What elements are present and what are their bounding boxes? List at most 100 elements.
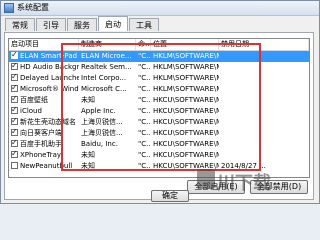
startup-list[interactable]: 启动项目 制造商 命.. 位置 禁用日期 ELAN Smart-PadELAN … <box>8 38 310 178</box>
location-cell: HKCU\SOFTWARE\M... <box>153 140 219 148</box>
startup-item-cell: NewPeanutbull <box>9 161 79 172</box>
watermark-logo-icon <box>197 169 215 189</box>
command-cell: "C... <box>138 96 151 104</box>
startup-item-cell: HD Audio Backgro... <box>9 62 79 73</box>
command-cell: "C... <box>138 107 151 115</box>
enable-checkbox[interactable] <box>11 162 18 169</box>
disabled-date-cell <box>219 62 309 73</box>
table-row[interactable]: XPhoneTray 未知 "C...HKCU\SOFTWARE\M... <box>9 150 309 161</box>
ok-button[interactable]: 确定 <box>151 190 189 202</box>
startup-item-cell: XPhoneTray <box>9 150 79 161</box>
table-row[interactable]: HD Audio Backgro...Realtek Sem... "C...HK… <box>9 62 309 73</box>
manufacturer-cell: 上海贝锐信... <box>81 129 123 137</box>
startup-item-name: HD Audio Backgro... <box>20 63 79 71</box>
location-cell: HKCU\SOFTWARE\M... <box>153 118 219 126</box>
manufacturer-cell: 未知 <box>81 151 95 159</box>
disabled-date-cell <box>219 95 309 106</box>
disabled-date-cell <box>219 139 309 150</box>
location-cell: HKLM\SOFTWARE\M... <box>153 74 219 82</box>
command-cell: "C... <box>138 140 151 148</box>
startup-item-cell: 新花生壳动态域名 <box>9 117 79 128</box>
enable-checkbox[interactable] <box>11 84 18 93</box>
startup-item-cell: Microsoft® Windo... <box>9 84 79 95</box>
tab-startup[interactable]: 启动 <box>98 16 128 31</box>
startup-item-name: 新花生壳动态域名 <box>20 118 76 126</box>
disabled-date-cell <box>219 84 309 95</box>
manufacturer-cell: Intel Corpo... <box>81 74 127 82</box>
location-cell: HKLM\SOFTWARE\M... <box>153 63 219 71</box>
column-manufacturer[interactable]: 制造商 <box>79 39 136 50</box>
manufacturer-cell: 未知 <box>81 96 95 104</box>
startup-item-name: 百度壁纸 <box>20 96 48 104</box>
table-row[interactable]: Microsoft® Windo...Microsoft C... "C...HK… <box>9 84 309 95</box>
disabled-date-cell <box>219 128 309 139</box>
manufacturer-cell: ELAN Microe... <box>81 52 132 60</box>
manufacturer-cell: Microsoft C... <box>81 85 127 93</box>
watermark-text: 川下载 <box>217 173 271 194</box>
disabled-date-cell <box>219 51 309 62</box>
startup-item-cell: iCloud <box>9 106 79 117</box>
enable-checkbox[interactable] <box>11 139 18 148</box>
command-cell: "C... <box>138 118 151 126</box>
enable-checkbox[interactable] <box>11 62 18 71</box>
list-rows: ELAN Smart-PadELAN Microe..."C...HKLM\SO… <box>9 51 309 172</box>
manufacturer-cell: 未知 <box>81 162 95 170</box>
enable-checkbox[interactable] <box>11 128 18 137</box>
startup-item-name: Microsoft® Windo... <box>20 85 79 93</box>
startup-item-name: XPhoneTray <box>20 151 62 159</box>
command-cell: "C... <box>138 129 151 137</box>
startup-item-name: 向日葵客户端 <box>20 129 62 137</box>
system-config-icon <box>4 3 14 13</box>
tab-tools[interactable]: 工具 <box>129 18 159 31</box>
tab-boot[interactable]: 引导 <box>36 18 66 31</box>
location-cell: HKCU\SOFTWARE\M... <box>153 129 219 137</box>
manufacturer-cell: Realtek Sem... <box>81 63 132 71</box>
table-row[interactable]: 新花生壳动态域名上海贝锐信... "C...HKCU\SOFTWARE\M... <box>9 117 309 128</box>
table-row[interactable]: 百度手机助手 Baidu, Inc. "C...HKCU\SOFTWARE\M... <box>9 139 309 150</box>
startup-item-cell: 百度壁纸 <box>9 95 79 106</box>
system-config-window: 系统配置 常规 引导 服务 启动 工具 启动项目 制造商 命.. 位置 禁用日期… <box>0 0 320 204</box>
location-cell: HKCU\SOFTWARE\M... <box>153 96 219 104</box>
startup-item-cell: Delayed Launcher <box>9 73 79 84</box>
list-header: 启动项目 制造商 命.. 位置 禁用日期 <box>9 39 309 51</box>
location-cell: HKCU\SOFTWARE\M... <box>153 107 219 115</box>
command-cell: "C... <box>138 63 151 71</box>
command-cell: "C... <box>138 74 151 82</box>
enable-checkbox[interactable] <box>11 95 18 104</box>
location-cell: HKLM\SOFTWARE\M... <box>153 85 219 93</box>
tab-services[interactable]: 服务 <box>67 18 97 31</box>
disabled-date-cell <box>219 150 309 161</box>
column-disabled-date[interactable]: 禁用日期 <box>219 39 309 50</box>
disabled-date-cell <box>219 106 309 117</box>
tab-general[interactable]: 常规 <box>5 18 35 31</box>
enable-checkbox[interactable] <box>11 150 18 159</box>
startup-item-cell: 向日葵客户端 <box>9 128 79 139</box>
table-row[interactable]: 百度壁纸 未知 "C...HKCU\SOFTWARE\M... <box>9 95 309 106</box>
manufacturer-cell: Baidu, Inc. <box>81 140 118 148</box>
enable-checkbox[interactable] <box>11 51 18 60</box>
manufacturer-cell: 上海贝锐信... <box>81 118 123 126</box>
startup-item-name: 百度手机助手 <box>20 140 62 148</box>
enable-checkbox[interactable] <box>11 73 18 82</box>
enable-checkbox[interactable] <box>11 106 18 115</box>
location-cell: HKCU\SOFTWARE\M... <box>153 151 219 159</box>
startup-item-name: iCloud <box>20 107 42 115</box>
startup-item-name: ELAN Smart-Pad <box>20 52 78 60</box>
enable-checkbox[interactable] <box>11 117 18 126</box>
column-startup-item[interactable]: 启动项目 <box>9 39 79 50</box>
command-cell: "C... <box>138 52 151 60</box>
table-row[interactable]: Delayed LauncherIntel Corpo... "C...HKLM\… <box>9 73 309 84</box>
disabled-date-cell <box>219 117 309 128</box>
command-cell: "C... <box>138 151 151 159</box>
title-bar: 系统配置 <box>1 1 319 16</box>
table-row[interactable]: iCloud Apple Inc. "C...HKCU\SOFTWARE\M... <box>9 106 309 117</box>
column-command[interactable]: 命.. <box>136 39 151 50</box>
location-cell: HKLM\SOFTWARE\M... <box>153 52 219 60</box>
table-row[interactable]: 向日葵客户端 上海贝锐信... "C...HKCU\SOFTWARE\M... <box>9 128 309 139</box>
startup-item-name: NewPeanutbull <box>20 162 73 170</box>
window-title: 系统配置 <box>17 3 49 12</box>
command-cell: "C... <box>138 162 151 170</box>
column-location[interactable]: 位置 <box>151 39 219 50</box>
startup-item-name: Delayed Launcher <box>20 74 79 82</box>
table-row[interactable]: ELAN Smart-PadELAN Microe... "C...HKLM\SO… <box>9 51 309 62</box>
